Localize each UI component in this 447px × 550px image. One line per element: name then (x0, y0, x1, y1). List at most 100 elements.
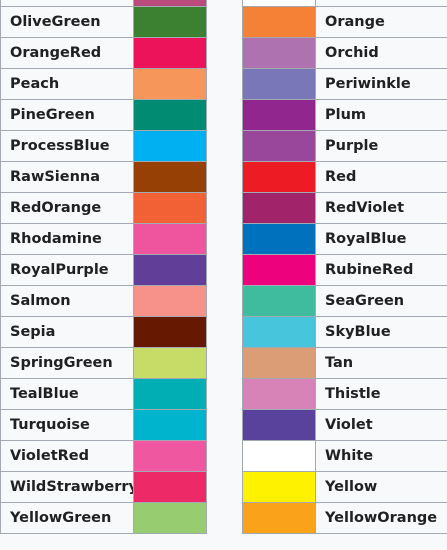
color-name-right: RubineRed (315, 253, 447, 286)
color-swatch-left (133, 284, 207, 317)
table-row: SpringGreen Tan (0, 346, 447, 379)
color-name-right: Orange (315, 5, 447, 38)
color-name-left: PineGreen (0, 98, 134, 131)
color-swatch-left (133, 470, 207, 503)
color-swatch-right (242, 5, 316, 38)
color-swatch-right (242, 470, 316, 503)
color-name-right: Plum (315, 98, 447, 131)
table-row: TealBlue Thistle (0, 377, 447, 410)
color-swatch-left (133, 98, 207, 131)
table-row: RedOrange RedViolet (0, 191, 447, 224)
column-gap (206, 502, 243, 533)
color-swatch-left (133, 5, 207, 38)
color-swatch-right (242, 67, 316, 100)
color-name-right: Yellow (315, 470, 447, 503)
color-swatch-right (242, 222, 316, 255)
column-gap (206, 37, 243, 68)
color-swatch-left (133, 129, 207, 162)
table-row: OrangeRed Orchid (0, 36, 447, 69)
color-name-left: YellowGreen (0, 501, 134, 534)
column-gap (206, 471, 243, 502)
color-swatch-right (242, 253, 316, 286)
color-name-left: RoyalPurple (0, 253, 134, 286)
table-row: Turquoise Violet (0, 408, 447, 441)
column-gap (206, 68, 243, 99)
column-gap (206, 409, 243, 440)
table-row: Salmon SeaGreen (0, 284, 447, 317)
color-swatch-right (242, 284, 316, 317)
color-swatch-left (133, 408, 207, 441)
color-swatch-left (133, 222, 207, 255)
color-name-right: Purple (315, 129, 447, 162)
table-row: YellowGreen YellowOrange (0, 501, 447, 534)
column-gap (206, 285, 243, 316)
column-gap (206, 378, 243, 409)
color-swatch-right (242, 36, 316, 69)
color-name-left: Sepia (0, 315, 134, 348)
color-name-left: VioletRed (0, 439, 134, 472)
table-row: RoyalPurple RubineRed (0, 253, 447, 286)
color-name-right: Orchid (315, 36, 447, 69)
color-name-left: TealBlue (0, 377, 134, 410)
color-swatch-right (242, 439, 316, 472)
color-swatch-right (242, 346, 316, 379)
color-swatch-right (242, 315, 316, 348)
color-swatch-right (242, 501, 316, 534)
color-name-right: YellowOrange (315, 501, 447, 534)
color-swatch-left (133, 67, 207, 100)
color-swatch-left (133, 315, 207, 348)
table-row: Peach Periwinkle (0, 67, 447, 100)
table-row: ProcessBlue Purple (0, 129, 447, 162)
color-swatch-right (242, 408, 316, 441)
table-row: Rhodamine RoyalBlue (0, 222, 447, 255)
table-row: Sepia SkyBlue (0, 315, 447, 348)
color-swatch-right (242, 377, 316, 410)
column-gap (206, 130, 243, 161)
color-swatch-right (242, 98, 316, 131)
color-name-right: SkyBlue (315, 315, 447, 348)
color-name-right: SeaGreen (315, 284, 447, 317)
color-name-right: Thistle (315, 377, 447, 410)
column-gap (206, 99, 243, 130)
color-name-left: Turquoise (0, 408, 134, 441)
color-name-left: SpringGreen (0, 346, 134, 379)
color-name-left: RedOrange (0, 191, 134, 224)
column-gap (206, 192, 243, 223)
color-swatch-left (133, 160, 207, 193)
color-name-right: Tan (315, 346, 447, 379)
color-swatch-left (133, 191, 207, 224)
color-name-right: Violet (315, 408, 447, 441)
color-swatch-left (133, 36, 207, 69)
color-name-right: Periwinkle (315, 67, 447, 100)
column-gap (206, 316, 243, 347)
column-gap (206, 254, 243, 285)
color-swatch-left (133, 501, 207, 534)
color-name-right: Red (315, 160, 447, 193)
column-gap (206, 440, 243, 471)
color-name-right: White (315, 439, 447, 472)
column-gap (206, 347, 243, 378)
color-swatch-left (133, 253, 207, 286)
color-name-left: ProcessBlue (0, 129, 134, 162)
color-name-left: WildStrawberry (0, 470, 134, 503)
color-swatch-right (242, 191, 316, 224)
color-table: OliveGreen Orange OrangeRed Orchid Peach Peri… (0, 0, 447, 534)
table-row: OliveGreen Orange (0, 5, 447, 38)
color-name-left: Rhodamine (0, 222, 134, 255)
color-swatch-left (133, 377, 207, 410)
color-swatch-left (133, 439, 207, 472)
color-name-left: OliveGreen (0, 5, 134, 38)
column-gap (206, 6, 243, 37)
color-name-right: RoyalBlue (315, 222, 447, 255)
color-name-left: RawSienna (0, 160, 134, 193)
color-swatch-right (242, 129, 316, 162)
table-row: RawSienna Red (0, 160, 447, 193)
color-swatch-left (133, 346, 207, 379)
color-name-right: RedViolet (315, 191, 447, 224)
color-name-left: Salmon (0, 284, 134, 317)
column-gap (206, 161, 243, 192)
color-name-left: OrangeRed (0, 36, 134, 69)
color-swatch-right (242, 160, 316, 193)
table-row: PineGreen Plum (0, 98, 447, 131)
table-row: VioletRed White (0, 439, 447, 472)
